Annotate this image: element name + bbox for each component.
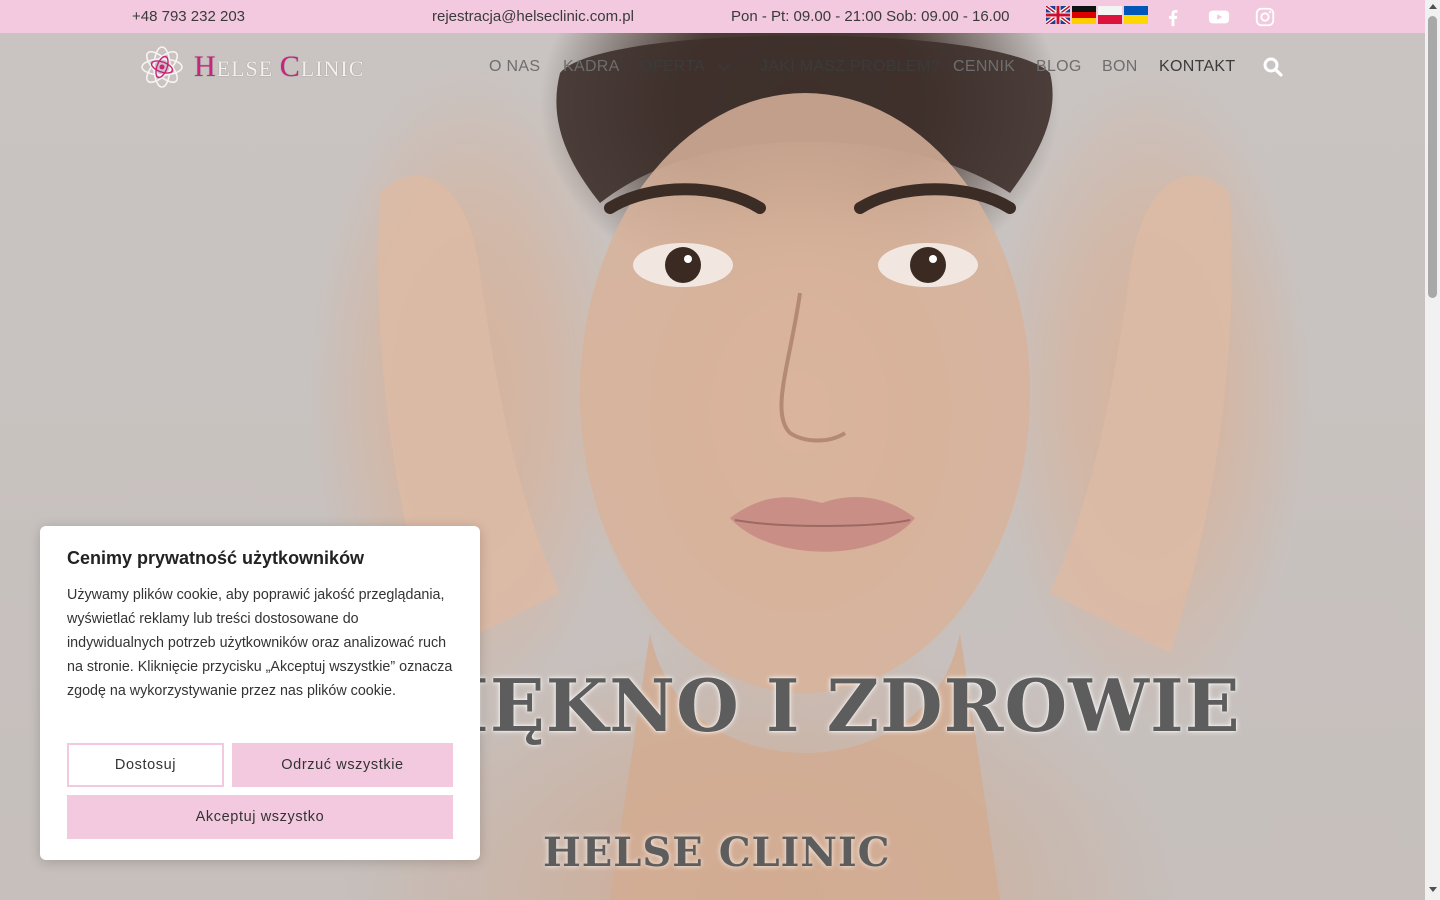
scrollbar-thumb[interactable] bbox=[1428, 16, 1437, 298]
scroll-down-arrow-icon[interactable] bbox=[1429, 887, 1437, 892]
cookie-title: Cenimy prywatność użytkowników bbox=[67, 548, 365, 568]
flag-english-icon[interactable] bbox=[1046, 6, 1070, 24]
logo-word-linic: LINIC bbox=[300, 56, 365, 81]
nav-item-bon[interactable]: BON bbox=[1102, 58, 1138, 76]
logo-letter-c: C bbox=[279, 50, 301, 83]
flag-german-icon[interactable] bbox=[1072, 6, 1096, 24]
reject-all-button[interactable]: Odrzuć wszystkie bbox=[232, 743, 453, 787]
nav-item-cennik[interactable]: CENNIK bbox=[953, 58, 1015, 76]
scroll-up-arrow-icon[interactable] bbox=[1429, 4, 1437, 9]
nav-item-problem[interactable]: JAKI MASZ PROBLEM? bbox=[760, 58, 940, 76]
nav-item-blog[interactable]: BLOG bbox=[1036, 58, 1082, 76]
nav-item-o-nas[interactable]: O NAS bbox=[489, 58, 540, 76]
logo-text: HELSE CLINIC bbox=[194, 50, 364, 84]
nav-item-kontakt[interactable]: KONTAKT bbox=[1159, 58, 1235, 76]
site-logo[interactable]: HELSE CLINIC bbox=[136, 40, 364, 94]
logo-letter-h: H bbox=[194, 50, 217, 83]
phone-link[interactable]: +48 793 232 203 bbox=[132, 8, 245, 25]
email-link[interactable]: rejestracja@helseclinic.com.pl bbox=[432, 8, 634, 25]
customize-button[interactable]: Dostosuj bbox=[67, 743, 224, 787]
facebook-icon[interactable] bbox=[1161, 6, 1185, 28]
opening-hours: Pon - Pt: 09.00 - 21:00 Sob: 09.00 - 16.… bbox=[731, 8, 1010, 25]
flag-ukrainian-icon[interactable] bbox=[1124, 6, 1148, 24]
flag-polish-icon[interactable] bbox=[1098, 6, 1122, 24]
language-switcher bbox=[1046, 6, 1148, 24]
page-scrollbar[interactable] bbox=[1425, 0, 1440, 900]
cookie-description: Używamy plików cookie, aby poprawić jako… bbox=[67, 587, 453, 699]
nav-item-oferta[interactable]: OFERTA bbox=[640, 58, 705, 76]
accept-all-button[interactable]: Akceptuj wszystko bbox=[67, 795, 453, 839]
top-info-bar: +48 793 232 203 rejestracja@helseclinic.… bbox=[0, 0, 1425, 33]
flower-logo-icon bbox=[141, 46, 183, 88]
instagram-icon[interactable] bbox=[1253, 6, 1277, 28]
hero-subtitle: HELSE CLINIC bbox=[543, 829, 891, 876]
hero-title: PIĘKNO I ZDROWIE bbox=[400, 663, 1241, 748]
chevron-down-icon[interactable] bbox=[717, 62, 731, 72]
search-icon[interactable] bbox=[1263, 57, 1283, 77]
nav-item-kadra[interactable]: KADRA bbox=[563, 58, 620, 76]
logo-word-else: ELSE bbox=[216, 56, 280, 81]
youtube-icon[interactable] bbox=[1207, 6, 1231, 28]
cookie-consent-dialog: Cenimy prywatność użytkowników Używamy p… bbox=[40, 526, 480, 860]
